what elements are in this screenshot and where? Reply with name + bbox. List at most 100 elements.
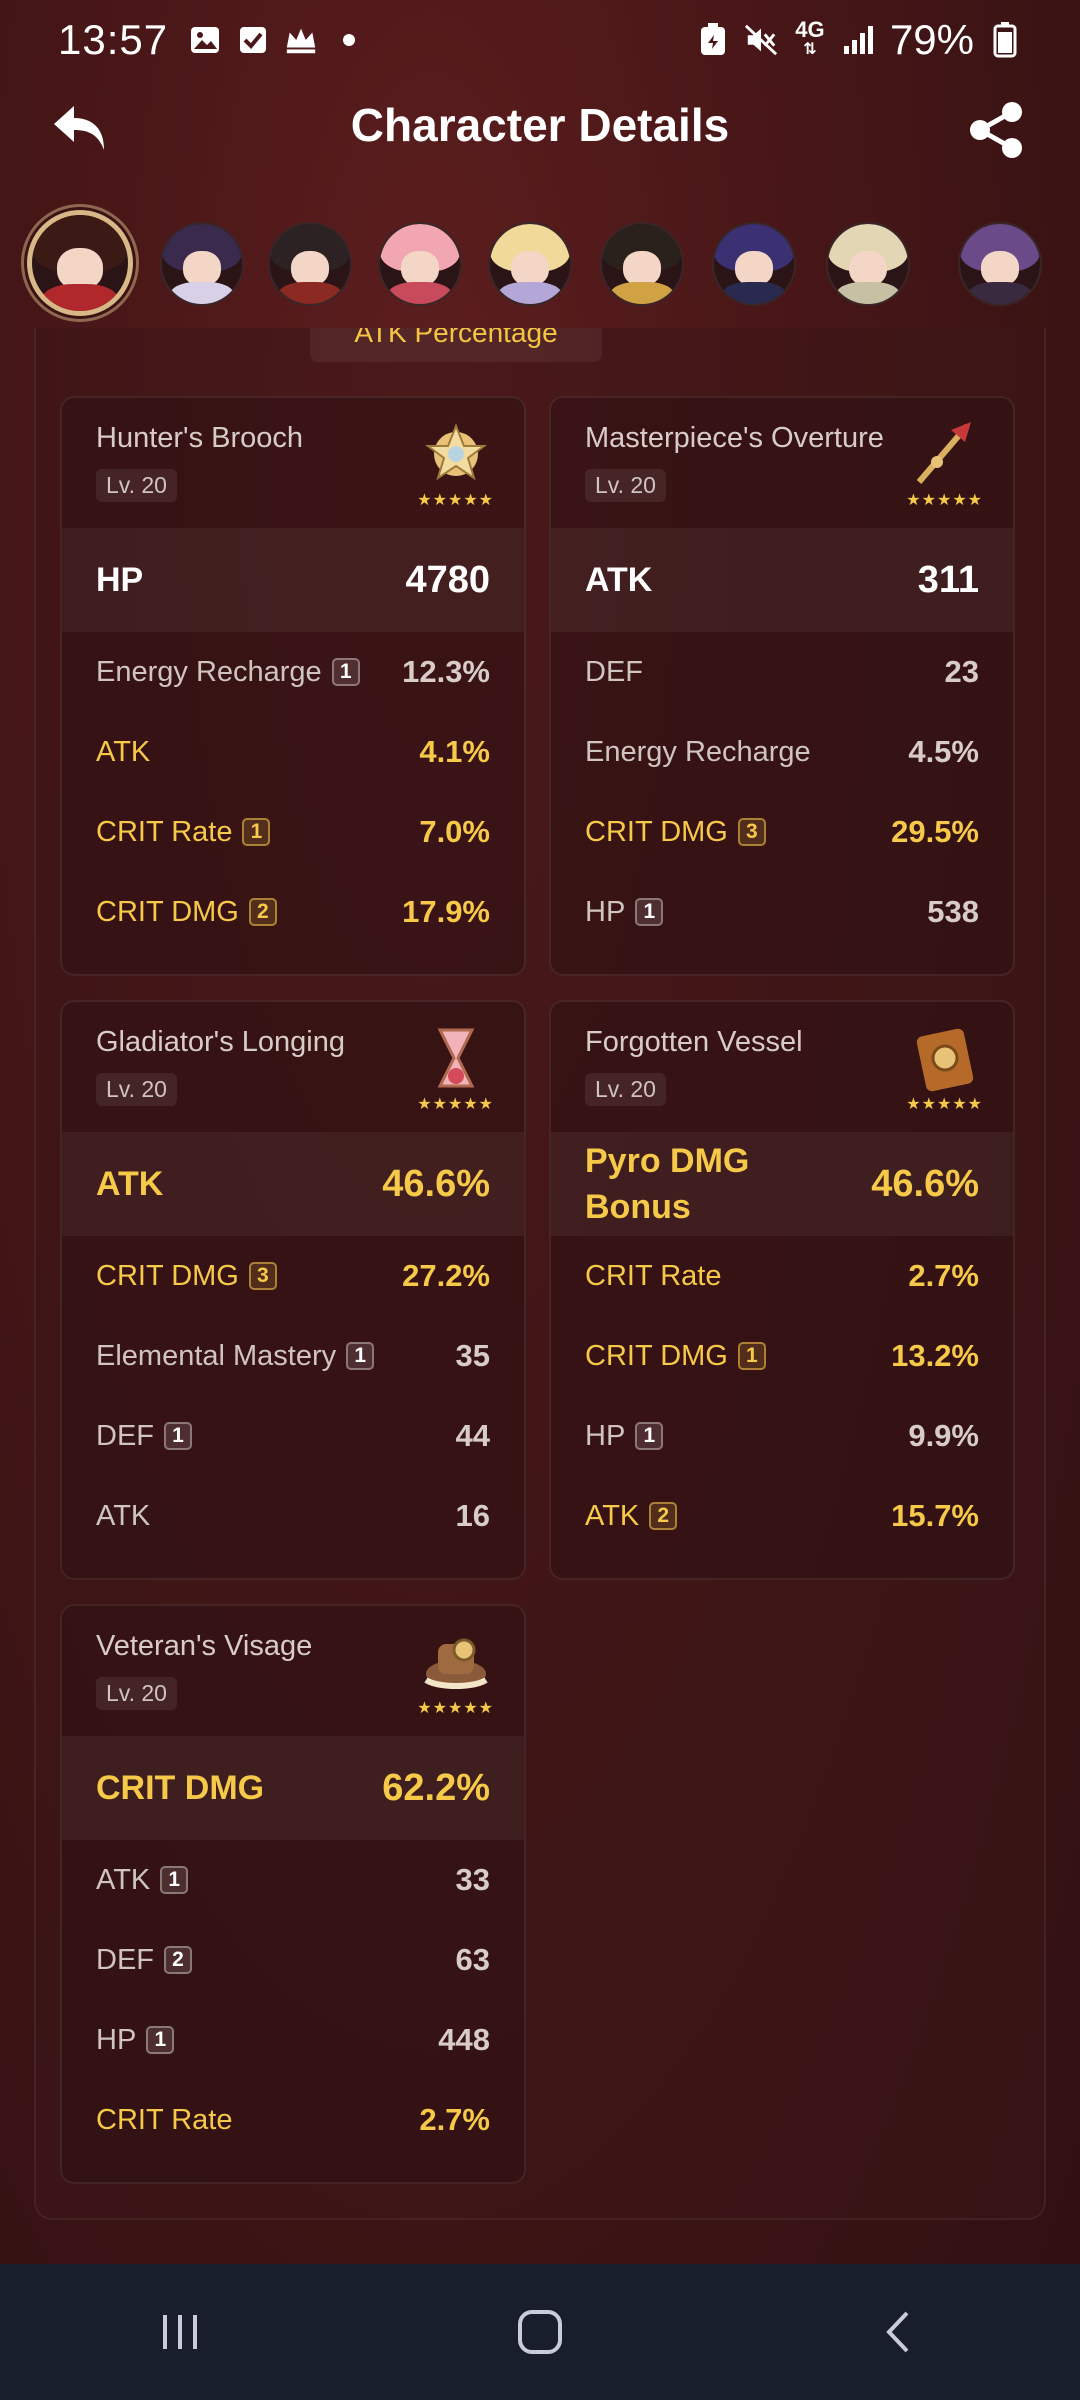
main-stat-value: 46.6% bbox=[871, 1162, 979, 1205]
sub-stat: CRIT DMG 3 29.5% bbox=[551, 792, 1013, 872]
sub-stat: CRIT Rate 2.7% bbox=[551, 1236, 1013, 1316]
artifact-level-badge: Lv. 20 bbox=[96, 1677, 177, 1710]
sub-stat-label-group: Energy Recharge 1 bbox=[96, 656, 360, 689]
main-stat-label: ATK bbox=[96, 1164, 164, 1203]
sub-stat-value: 17.9% bbox=[402, 894, 490, 929]
roll-count-badge: 1 bbox=[737, 1342, 766, 1370]
share-icon bbox=[970, 102, 1022, 158]
avatar-character-8[interactable] bbox=[826, 222, 910, 306]
main-stat-value: 4780 bbox=[405, 558, 490, 601]
roll-count-badge: 1 bbox=[635, 1422, 664, 1450]
sub-stat-label: Elemental Mastery bbox=[96, 1339, 337, 1372]
sub-stat-value: 9.9% bbox=[908, 1418, 979, 1453]
rarity-stars: ★★★★★ bbox=[417, 492, 494, 509]
roll-count-badge: 3 bbox=[737, 818, 766, 846]
sub-stat-label: DEF bbox=[96, 1419, 154, 1452]
sub-stat-label-group: CRIT Rate bbox=[96, 2104, 232, 2137]
sub-stat-label: CRIT Rate bbox=[585, 1259, 722, 1292]
quill-plume-icon bbox=[907, 416, 983, 492]
avatar-character-1[interactable] bbox=[27, 210, 133, 316]
battery-percent: 79% bbox=[889, 16, 974, 63]
avatar-character-9[interactable] bbox=[958, 222, 1042, 306]
sub-stat-label-group: CRIT DMG 3 bbox=[585, 816, 766, 849]
artifact-card-veteran-s-visage[interactable]: Veteran's Visage Lv. 20 ★★★★★ CRIT DMG 62.2%… bbox=[60, 1604, 526, 2184]
artifact-level-badge: Lv. 20 bbox=[585, 469, 666, 502]
main-stat-label: ATK bbox=[585, 560, 653, 599]
sub-stat-label: CRIT DMG bbox=[585, 815, 728, 848]
sub-stat-label-group: ATK 1 bbox=[96, 1863, 189, 1897]
sub-stat-label-group: DEF 2 bbox=[96, 1944, 192, 1977]
sub-stat-label: ATK bbox=[585, 1499, 640, 1532]
share-button[interactable] bbox=[966, 100, 1026, 160]
sub-stat-label: Energy Recharge bbox=[585, 735, 811, 768]
sub-stat-value: 44 bbox=[455, 1418, 490, 1453]
sub-stat-value: 63 bbox=[455, 1942, 490, 1977]
sub-stat-label: ATK bbox=[96, 1863, 151, 1896]
roll-count-badge: 1 bbox=[331, 658, 360, 686]
sub-stat: Elemental Mastery 1 35 bbox=[62, 1316, 524, 1396]
partial-tab-label[interactable]: ATK Percentage bbox=[310, 328, 602, 362]
avatar-character-3[interactable] bbox=[268, 222, 352, 306]
system-icons: 4G ⇅ 79% bbox=[696, 16, 1022, 64]
nav-back-button[interactable] bbox=[860, 2292, 940, 2372]
back-button[interactable] bbox=[48, 98, 112, 158]
artifact-card-gladiator-s-longing[interactable]: Gladiator's Longing Lv. 20 ★★★★★ ATK 46.6% CR… bbox=[60, 1000, 526, 1580]
avatar-character-6[interactable] bbox=[600, 222, 684, 306]
roll-count-badge: 1 bbox=[242, 818, 271, 846]
rarity-stars: ★★★★★ bbox=[417, 1096, 494, 1113]
character-selector bbox=[0, 210, 1080, 320]
roll-count-badge: 1 bbox=[160, 1866, 189, 1894]
avatar-character-7[interactable] bbox=[712, 222, 796, 306]
artifact-header: Forgotten Vessel Lv. 20 ★★★★★ bbox=[551, 1002, 1013, 1132]
artifact-level-badge: Lv. 20 bbox=[96, 469, 177, 502]
main-stat: CRIT DMG 62.2% bbox=[62, 1736, 524, 1840]
sub-stat-label-group: HP 1 bbox=[96, 2023, 175, 2057]
roll-count-badge: 2 bbox=[649, 1502, 678, 1530]
sub-stat-label: HP bbox=[96, 2023, 137, 2056]
sub-stat: CRIT Rate 1 7.0% bbox=[62, 792, 524, 872]
sub-stat-value: 448 bbox=[438, 2022, 490, 2057]
roll-count-badge: 2 bbox=[248, 898, 277, 926]
artifact-card-masterpiece-s-overture[interactable]: Masterpiece's Overture Lv. 20 ★★★★★ ATK 311 D… bbox=[549, 396, 1015, 976]
avatar-character-4[interactable] bbox=[378, 222, 462, 306]
sub-stat-label-group: ATK bbox=[96, 736, 150, 769]
roll-count-badge: 3 bbox=[248, 1262, 277, 1290]
sub-stat-label-group: CRIT DMG 2 bbox=[96, 896, 277, 929]
home-button[interactable] bbox=[500, 2292, 580, 2372]
sub-stat-label: ATK bbox=[96, 1499, 151, 1532]
rarity-stars: ★★★★★ bbox=[906, 492, 983, 509]
main-stat: Pyro DMG Bonus 46.6% bbox=[551, 1132, 1013, 1236]
sub-stat-label: ATK bbox=[96, 735, 151, 768]
recents-button[interactable] bbox=[140, 2292, 220, 2372]
app-header: Character Details bbox=[0, 80, 1080, 170]
artifact-card-forgotten-vessel[interactable]: Forgotten Vessel Lv. 20 ★★★★★ Pyro DMG Bonu… bbox=[549, 1000, 1015, 1580]
system-nav-bar bbox=[0, 2264, 1080, 2400]
artifact-header: Gladiator's Longing Lv. 20 ★★★★★ bbox=[62, 1002, 524, 1132]
roll-count-badge: 2 bbox=[164, 1946, 192, 1974]
sub-stat-label: DEF bbox=[96, 1943, 154, 1976]
sub-stat: ATK 16 bbox=[62, 1476, 524, 1556]
roll-count-badge: 1 bbox=[346, 1342, 375, 1370]
sub-stat-label-group: DEF 1 bbox=[96, 1420, 192, 1453]
back-arrow-icon bbox=[54, 106, 104, 150]
avatar-character-5[interactable] bbox=[488, 222, 572, 306]
gallery-icon bbox=[188, 23, 222, 57]
sub-stat: DEF 2 63 bbox=[62, 1920, 524, 2000]
sub-stat-label: CRIT Rate bbox=[96, 815, 233, 848]
sub-stat: Energy Recharge 1 12.3% bbox=[62, 632, 524, 712]
sub-stat-label-group: HP 1 bbox=[585, 1420, 664, 1453]
goblet-book-icon bbox=[907, 1020, 983, 1096]
battery-saver-icon bbox=[696, 23, 730, 57]
sub-stat-label: CRIT DMG bbox=[96, 895, 239, 928]
main-stat-value: 46.6% bbox=[382, 1162, 490, 1205]
brooch-flower-icon bbox=[418, 416, 494, 492]
battery-icon bbox=[988, 22, 1022, 58]
artifact-header: Hunter's Brooch Lv. 20 ★★★★★ bbox=[62, 398, 524, 528]
roll-count-badge: 1 bbox=[146, 2026, 175, 2054]
sub-stat-value: 16 bbox=[455, 1498, 490, 1533]
artifact-card-hunter-s-brooch[interactable]: Hunter's Brooch Lv. 20 ★★★★★ HP 4780 Energy R… bbox=[60, 396, 526, 976]
nav-back-icon bbox=[886, 2311, 909, 2353]
sub-stat-label-group: CRIT Rate bbox=[585, 1260, 721, 1293]
sub-stat: HP 1 448 bbox=[62, 2000, 524, 2080]
avatar-character-2[interactable] bbox=[160, 222, 244, 306]
